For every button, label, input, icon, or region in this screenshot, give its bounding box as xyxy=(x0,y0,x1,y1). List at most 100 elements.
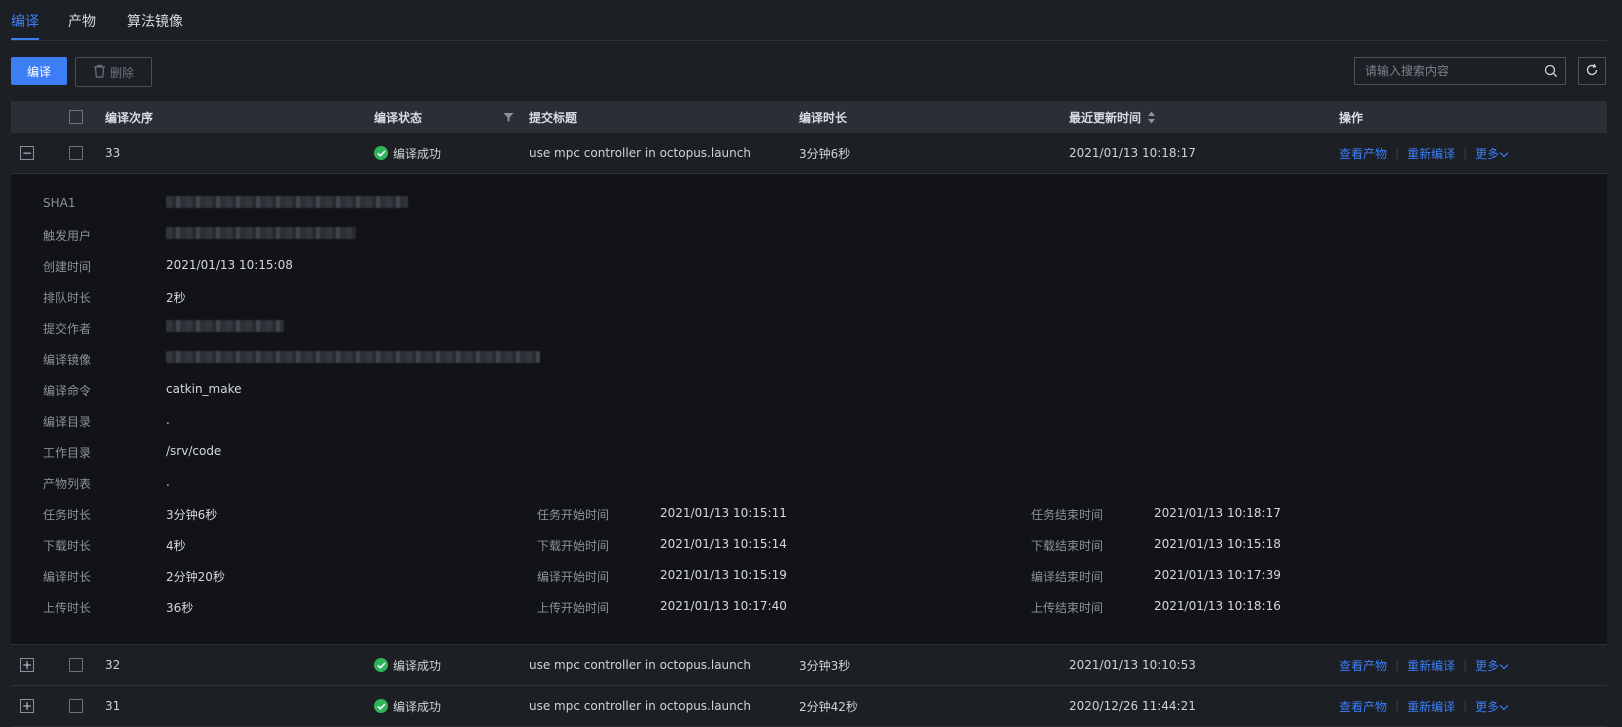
row-updated: 2020/12/26 11:44:21 xyxy=(1069,699,1196,713)
view-artifacts-link[interactable]: 查看产物 xyxy=(1339,657,1387,674)
expand-row-button[interactable]: + xyxy=(20,658,34,672)
timing-start-value: 2021/01/13 10:17:40 xyxy=(660,599,787,613)
row-updated: 2021/01/13 10:18:17 xyxy=(1069,146,1196,160)
row-actions: 查看产物 | 重新编译 | 更多 xyxy=(1339,133,1509,173)
redacted-sha1 xyxy=(166,196,408,208)
timing-end-value: 2021/01/13 10:18:17 xyxy=(1154,506,1281,520)
action-separator: | xyxy=(1463,658,1468,672)
timing-end-label: 编译结束时间 xyxy=(1031,570,1104,584)
detail-sha1-label: SHA1 xyxy=(43,196,76,210)
refresh-button[interactable] xyxy=(1578,57,1606,85)
more-menu-link[interactable]: 更多 xyxy=(1475,657,1509,674)
timing-start-label: 任务开始时间 xyxy=(537,508,610,522)
view-artifacts-link[interactable]: 查看产物 xyxy=(1339,698,1387,715)
col-duration: 编译时长 xyxy=(799,110,848,125)
action-separator: | xyxy=(1463,699,1468,713)
redacted-image xyxy=(166,351,540,363)
row-checkbox[interactable] xyxy=(69,699,83,713)
row-checkbox[interactable] xyxy=(69,658,83,672)
build-detail-panel: SHA1 触发用户 创建时间 2021/01/13 10:15:08 排队时长 … xyxy=(11,174,1607,645)
tab-compile[interactable]: 编译 xyxy=(11,11,39,31)
detail-dir-value: . xyxy=(166,413,170,427)
timing-value: 3分钟6秒 xyxy=(166,508,218,522)
more-menu-label: 更多 xyxy=(1475,658,1500,673)
col-seq: 编译次序 xyxy=(105,110,154,125)
check-circle-icon xyxy=(374,699,388,713)
row-status-label: 编译成功 xyxy=(393,699,442,714)
table-row: + 32 编译成功 use mpc controller in octopus.… xyxy=(11,645,1607,686)
search-input[interactable] xyxy=(1355,64,1537,78)
col-updated[interactable]: 最近更新时间 xyxy=(1069,101,1141,133)
row-duration: 2分钟42秒 xyxy=(799,699,858,714)
row-title: use mpc controller in octopus.launch xyxy=(529,146,751,160)
row-status: 编译成功 xyxy=(374,686,441,726)
table-row: + 31 编译成功 use mpc controller in octopus.… xyxy=(11,686,1607,727)
rebuild-link[interactable]: 重新编译 xyxy=(1407,657,1455,674)
sort-icon[interactable] xyxy=(1147,101,1156,133)
timing-end-value: 2021/01/13 10:15:18 xyxy=(1154,537,1281,551)
delete-button[interactable]: 删除 xyxy=(75,57,152,87)
row-checkbox[interactable] xyxy=(69,146,83,160)
row-status-label: 编译成功 xyxy=(393,658,442,673)
more-menu-label: 更多 xyxy=(1475,699,1500,714)
detail-artifacts-value: . xyxy=(166,475,170,489)
timing-end-label: 下载结束时间 xyxy=(1031,539,1104,553)
more-menu-link[interactable]: 更多 xyxy=(1475,698,1509,715)
timing-value: 36秒 xyxy=(166,601,194,615)
row-status: 编译成功 xyxy=(374,133,441,173)
redacted-user xyxy=(166,227,356,239)
timing-end-value: 2021/01/13 10:17:39 xyxy=(1154,568,1281,582)
detail-queue-value: 2秒 xyxy=(166,291,186,305)
detail-created-value: 2021/01/13 10:15:08 xyxy=(166,258,293,272)
timing-label: 任务时长 xyxy=(43,508,92,522)
chevron-down-icon xyxy=(1499,659,1509,673)
action-separator: | xyxy=(1395,658,1400,672)
expand-row-button[interactable]: + xyxy=(20,699,34,713)
timing-start-value: 2021/01/13 10:15:14 xyxy=(660,537,787,551)
action-separator: | xyxy=(1395,699,1400,713)
tab-artifacts[interactable]: 产物 xyxy=(68,11,96,31)
rebuild-link[interactable]: 重新编译 xyxy=(1407,145,1455,162)
timing-end-value: 2021/01/13 10:18:16 xyxy=(1154,599,1281,613)
search-icon[interactable] xyxy=(1537,64,1565,78)
timing-end-label: 任务结束时间 xyxy=(1031,508,1104,522)
table-header: 编译次序 编译状态 提交标题 编译时长 最近更新时间 操作 xyxy=(11,101,1607,133)
row-seq: 31 xyxy=(105,699,121,713)
row-actions: 查看产物 | 重新编译 | 更多 xyxy=(1339,645,1509,685)
search-box xyxy=(1354,57,1566,85)
check-circle-icon xyxy=(374,658,388,672)
col-title: 提交标题 xyxy=(529,110,578,125)
delete-button-label: 删除 xyxy=(109,65,134,80)
tab-algorithm-image[interactable]: 算法镜像 xyxy=(127,11,183,31)
timing-label: 下载时长 xyxy=(43,539,92,553)
filter-icon[interactable] xyxy=(503,101,514,133)
detail-dir-label: 编译目录 xyxy=(43,415,92,429)
detail-artifacts-label: 产物列表 xyxy=(43,477,92,491)
redacted-author xyxy=(166,320,284,332)
row-seq: 33 xyxy=(105,146,121,160)
row-title: use mpc controller in octopus.launch xyxy=(529,699,751,713)
row-updated: 2021/01/13 10:10:53 xyxy=(1069,658,1196,672)
chevron-down-icon xyxy=(1499,700,1509,714)
table-row: − 33 编译成功 use mpc controller in octopus.… xyxy=(11,133,1607,174)
chevron-down-icon xyxy=(1499,147,1509,161)
more-menu-link[interactable]: 更多 xyxy=(1475,145,1509,162)
select-all-checkbox[interactable] xyxy=(69,110,83,124)
detail-command-value: catkin_make xyxy=(166,382,242,396)
detail-command-label: 编译命令 xyxy=(43,384,92,398)
collapse-row-button[interactable]: − xyxy=(20,146,34,160)
trash-icon xyxy=(93,64,106,81)
action-separator: | xyxy=(1395,146,1400,160)
timing-label: 编译时长 xyxy=(43,570,92,584)
tab-bar: 编译 产物 算法镜像 xyxy=(11,0,1607,41)
row-duration: 3分钟6秒 xyxy=(799,146,851,161)
row-duration: 3分钟3秒 xyxy=(799,658,851,673)
row-actions: 查看产物 | 重新编译 | 更多 xyxy=(1339,686,1509,726)
timing-start-value: 2021/01/13 10:15:11 xyxy=(660,506,787,520)
more-menu-label: 更多 xyxy=(1475,146,1500,161)
rebuild-link[interactable]: 重新编译 xyxy=(1407,698,1455,715)
detail-workdir-value: /srv/code xyxy=(166,444,222,458)
view-artifacts-link[interactable]: 查看产物 xyxy=(1339,145,1387,162)
compile-button[interactable]: 编译 xyxy=(11,57,67,85)
check-circle-icon xyxy=(374,146,388,160)
